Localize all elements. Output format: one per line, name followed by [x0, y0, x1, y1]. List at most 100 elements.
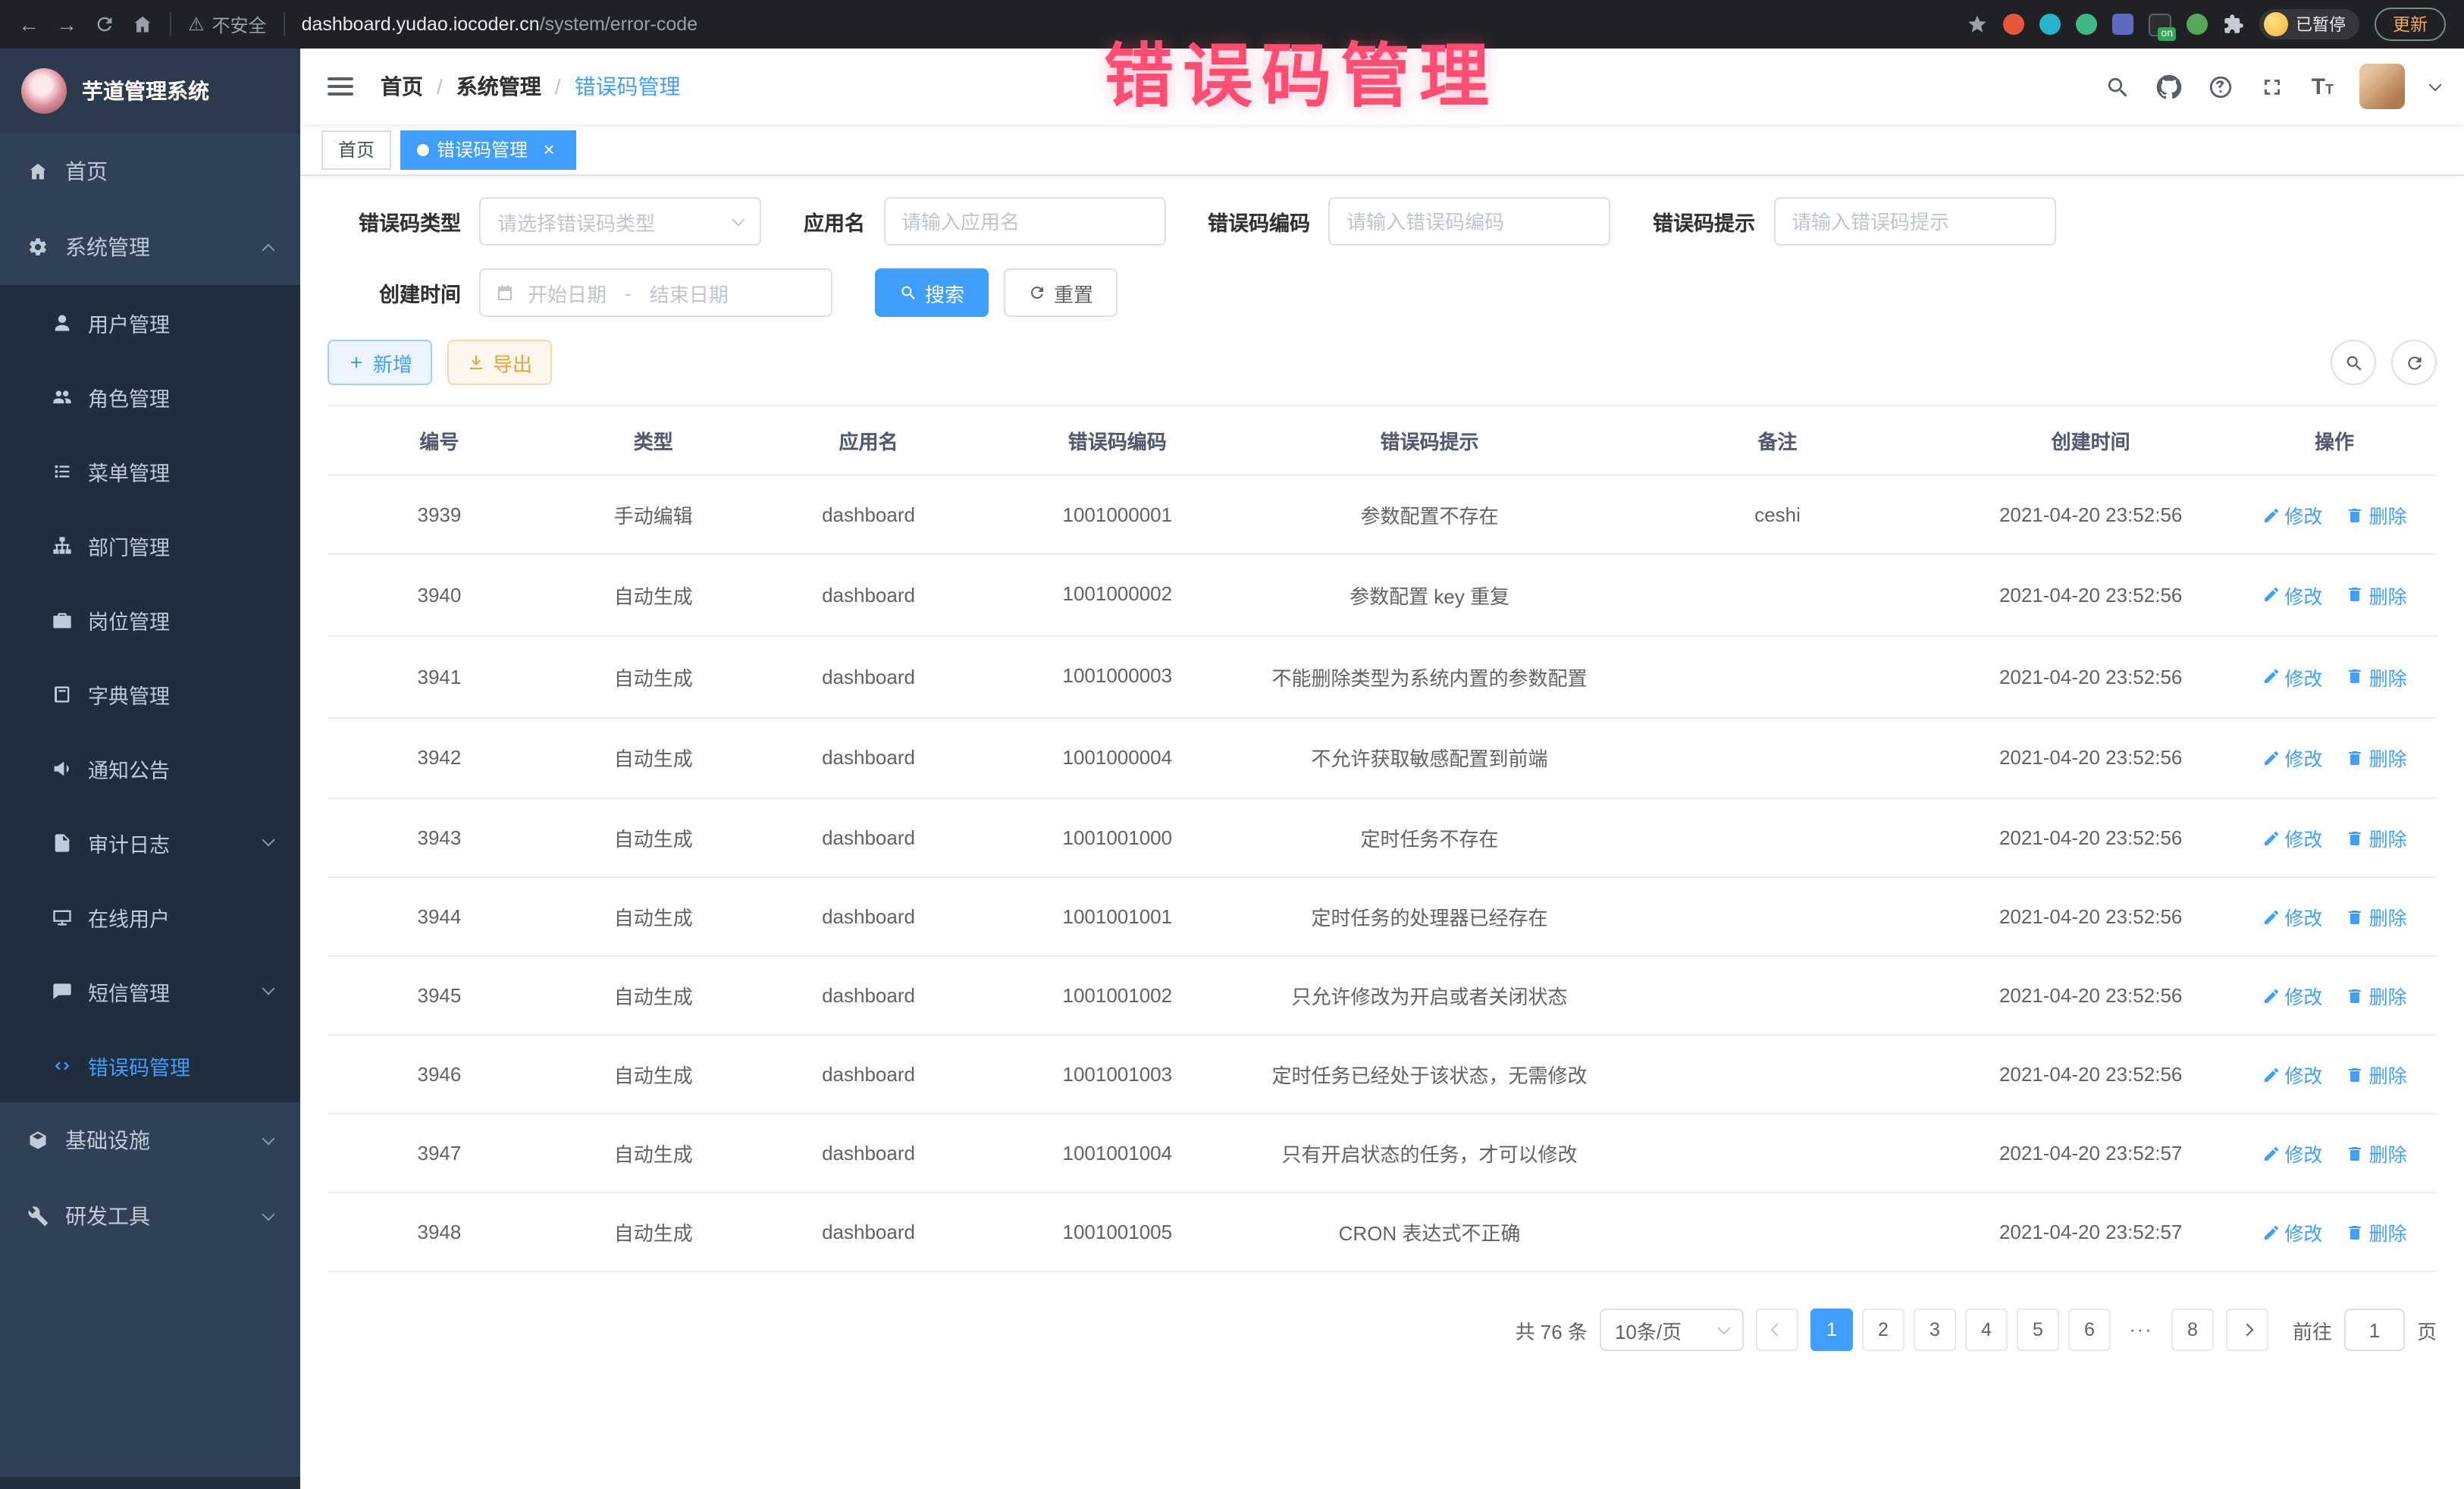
delete-link[interactable]: 删除	[2346, 824, 2407, 853]
extension-icon[interactable]: on	[2149, 13, 2171, 36]
delete-link[interactable]: 删除	[2346, 903, 2407, 932]
edit-link[interactable]: 修改	[2262, 662, 2322, 691]
delete-link[interactable]: 删除	[2346, 500, 2407, 529]
export-button[interactable]: 导出	[447, 340, 552, 385]
back-icon[interactable]: ←	[18, 14, 39, 35]
tab-home[interactable]: 首页	[321, 130, 391, 169]
breadcrumb-system[interactable]: 系统管理	[456, 71, 541, 102]
extension-icon[interactable]	[2039, 14, 2061, 35]
breadcrumb-home[interactable]: 首页	[381, 71, 423, 102]
action-label: 修改	[2284, 744, 2322, 773]
edit-link[interactable]: 修改	[2262, 500, 2322, 529]
goto-page-input[interactable]	[2344, 1309, 2405, 1352]
pagination-page-1[interactable]: 1	[1810, 1309, 1853, 1352]
forward-icon[interactable]: →	[56, 14, 77, 35]
sidebar-item-devtools[interactable]: 研发工具	[0, 1178, 300, 1254]
security-chip[interactable]: ⚠ 不安全	[188, 11, 267, 37]
tab-error-code-management[interactable]: 错误码管理 ×	[400, 130, 576, 169]
app-name-input[interactable]	[883, 197, 1165, 246]
sidebar-item-dict-management[interactable]: 字典管理	[0, 657, 300, 731]
pagination-ellipsis[interactable]: ···	[2120, 1309, 2162, 1352]
page-size-select[interactable]: 10条/页	[1600, 1309, 1744, 1352]
sidebar-item-department-management[interactable]: 部门管理	[0, 508, 300, 582]
github-icon[interactable]	[2157, 74, 2183, 99]
close-icon[interactable]: ×	[538, 139, 560, 160]
table-row[interactable]: 3944 自动生成 dashboard 1001001001 定时任务的处理器已…	[328, 878, 2437, 957]
table-row[interactable]: 3941 自动生成 dashboard 1001000003 不能删除类型为系统…	[328, 636, 2437, 718]
font-size-icon[interactable]: TT	[2312, 75, 2334, 98]
table-row[interactable]: 3947 自动生成 dashboard 1001001004 只有开启状态的任务…	[328, 1114, 2437, 1193]
sidebar-item-online-users[interactable]: 在线用户	[0, 879, 300, 954]
edit-link[interactable]: 修改	[2262, 824, 2322, 853]
table-row[interactable]: 3946 自动生成 dashboard 1001001003 定时任务已经处于该…	[328, 1036, 2437, 1114]
vue-devtools-extension-icon[interactable]	[2076, 14, 2097, 35]
pagination-page-6[interactable]: 6	[2068, 1309, 2111, 1352]
prev-page-button[interactable]	[1756, 1309, 1798, 1352]
delete-link[interactable]: 删除	[2346, 1139, 2407, 1168]
fullscreen-icon[interactable]	[2260, 74, 2286, 99]
pencil-icon	[2262, 1145, 2280, 1163]
add-button[interactable]: 新增	[328, 340, 432, 385]
extension-icon[interactable]	[2112, 14, 2133, 35]
sidebar-item-error-code-management[interactable]: 错误码管理	[0, 1028, 300, 1102]
edit-link[interactable]: 修改	[2262, 1218, 2322, 1247]
pagination-page-5[interactable]: 5	[2017, 1309, 2059, 1352]
pagination-page-3[interactable]: 3	[1914, 1309, 1956, 1352]
cell-time: 2021-04-20 23:52:56	[1949, 636, 2232, 718]
bookmark-star-icon[interactable]	[1967, 14, 1988, 35]
sidebar-item-notice[interactable]: 通知公告	[0, 731, 300, 805]
browser-update-button[interactable]: 更新	[2375, 8, 2446, 41]
toggle-search-button[interactable]	[2331, 340, 2376, 385]
browser-home-icon[interactable]	[132, 14, 153, 35]
user-avatar[interactable]	[2359, 64, 2405, 109]
edit-link[interactable]: 修改	[2262, 982, 2322, 1011]
delete-link[interactable]: 删除	[2346, 744, 2407, 773]
sidebar-item-sms-management[interactable]: 短信管理	[0, 954, 300, 1028]
edit-link[interactable]: 修改	[2262, 581, 2322, 610]
search-icon[interactable]	[2105, 74, 2131, 99]
delete-link[interactable]: 删除	[2346, 982, 2407, 1011]
error-hint-input[interactable]	[1773, 197, 2055, 246]
table-row[interactable]: 3940 自动生成 dashboard 1001000002 参数配置 key …	[328, 554, 2437, 636]
refresh-table-button[interactable]	[2391, 340, 2437, 385]
delete-link[interactable]: 删除	[2346, 662, 2407, 691]
pagination-page-2[interactable]: 2	[1862, 1309, 1904, 1352]
sidebar-item-menu-management[interactable]: 菜单管理	[0, 434, 300, 508]
pagination-page-8[interactable]: 8	[2171, 1309, 2214, 1352]
table-row[interactable]: 3948 自动生成 dashboard 1001001005 CRON 表达式不…	[328, 1193, 2437, 1272]
delete-link[interactable]: 删除	[2346, 1061, 2407, 1089]
sidebar-item-role-management[interactable]: 角色管理	[0, 359, 300, 434]
next-page-button[interactable]	[2226, 1309, 2268, 1352]
address-bar[interactable]: dashboard.yudao.iocoder.cn/system/error-…	[302, 14, 698, 35]
sidebar-item-system-management[interactable]: 系统管理	[0, 209, 300, 285]
extension-icon[interactable]	[2003, 14, 2024, 35]
sidebar-item-infrastructure[interactable]: 基础设施	[0, 1102, 300, 1178]
edit-link[interactable]: 修改	[2262, 744, 2322, 773]
error-type-select[interactable]: 请选择错误码类型	[479, 197, 761, 246]
extensions-puzzle-icon[interactable]	[2223, 14, 2244, 35]
sidebar-item-home[interactable]: 首页	[0, 133, 300, 209]
reload-icon[interactable]	[94, 14, 115, 35]
search-button[interactable]: 搜索	[875, 268, 989, 317]
delete-link[interactable]: 删除	[2346, 1218, 2407, 1247]
edit-link[interactable]: 修改	[2262, 1061, 2322, 1089]
browser-profile-chip[interactable]: 已暂停	[2259, 9, 2359, 39]
table-row[interactable]: 3945 自动生成 dashboard 1001001002 只允许修改为开启或…	[328, 957, 2437, 1036]
chevron-down-icon[interactable]	[2429, 78, 2442, 91]
sidebar-item-post-management[interactable]: 岗位管理	[0, 582, 300, 657]
sidebar-item-user-management[interactable]: 用户管理	[0, 285, 300, 359]
question-icon[interactable]	[2209, 74, 2234, 99]
hamburger-icon[interactable]	[324, 71, 356, 102]
date-range-picker[interactable]: 开始日期 - 结束日期	[479, 268, 832, 317]
reset-button[interactable]: 重置	[1004, 268, 1118, 317]
edit-link[interactable]: 修改	[2262, 903, 2322, 932]
edit-link[interactable]: 修改	[2262, 1139, 2322, 1168]
table-row[interactable]: 3939 手动编辑 dashboard 1001000001 参数配置不存在 c…	[328, 475, 2437, 554]
sidebar-item-audit-log[interactable]: 审计日志	[0, 805, 300, 879]
error-code-input[interactable]	[1328, 197, 1610, 246]
extension-icon[interactable]	[2187, 14, 2208, 35]
pagination-page-4[interactable]: 4	[1965, 1309, 2008, 1352]
table-row[interactable]: 3942 自动生成 dashboard 1001000004 不允许获取敏感配置…	[328, 717, 2437, 799]
table-row[interactable]: 3943 自动生成 dashboard 1001001000 定时任务不存在 2…	[328, 799, 2437, 878]
delete-link[interactable]: 删除	[2346, 581, 2407, 610]
